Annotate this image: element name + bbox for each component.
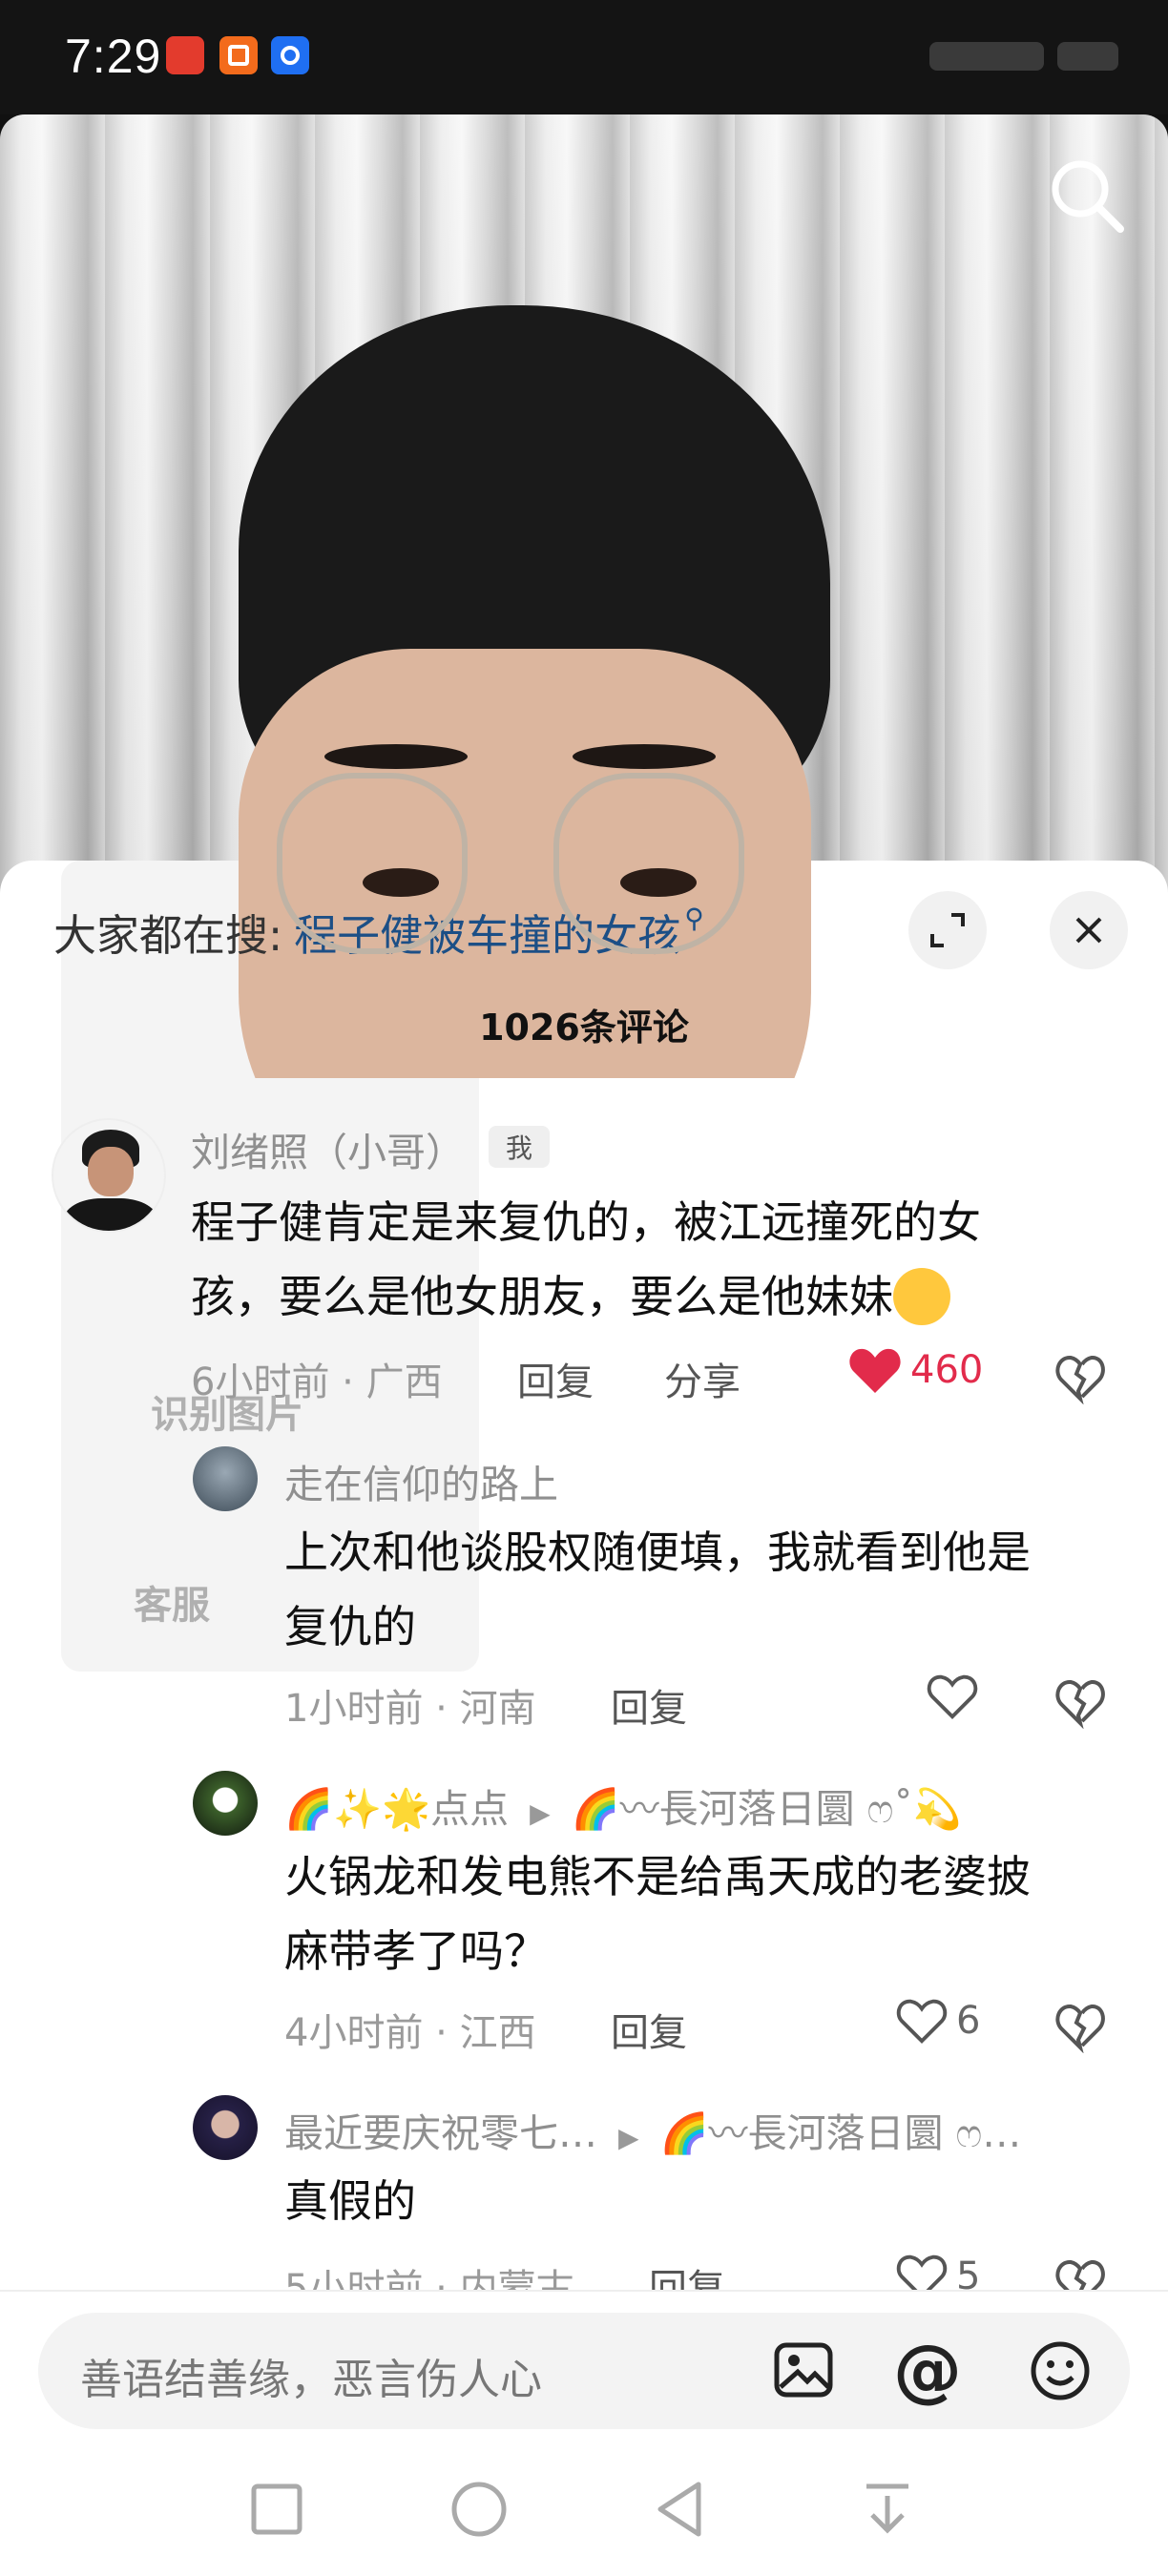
- video-person-eye: [363, 868, 439, 897]
- share-button[interactable]: 分享: [664, 1351, 740, 1406]
- image-icon[interactable]: [773, 2341, 834, 2399]
- comment-username-text: 最近要庆祝零七…: [284, 2110, 597, 2156]
- comment-time-location: 1小时前 · 河南: [284, 1687, 536, 1731]
- comment-text-span: 孩，要么是他女朋友，要么是他妹妹: [191, 1271, 893, 1322]
- comment-text-line: 复仇的: [284, 1601, 416, 1652]
- comment-username-text: 🌈✨🌟点点: [284, 1786, 510, 1832]
- grid-app-icon: [219, 36, 258, 74]
- broken-heart-icon[interactable]: [1053, 1675, 1107, 1729]
- close-icon: [1075, 917, 1102, 944]
- comment-text-line: 麻带孝了吗？: [284, 1925, 548, 1977]
- heart-outline-icon: [896, 1999, 948, 2044]
- emoji-icon[interactable]: [1029, 2339, 1092, 2402]
- avatar-body: [63, 1198, 158, 1231]
- like-button[interactable]: 6: [895, 1996, 980, 2046]
- trending-search-prefix: 大家都在搜:: [53, 909, 283, 961]
- like-button[interactable]: 460: [847, 1345, 983, 1395]
- broken-heart-icon[interactable]: [1053, 2000, 1107, 2053]
- status-bar: 7:29: [0, 0, 1168, 114]
- reply-to-username[interactable]: 🌈〰長河落日圜 ෆ…: [659, 2110, 1021, 2156]
- video-person-glasses: [553, 773, 744, 954]
- avatar[interactable]: [193, 2095, 258, 2160]
- reply-arrow-icon: ▶: [521, 1797, 559, 1829]
- comment-username[interactable]: 走在信仰的路上: [284, 1452, 558, 1509]
- expand-icon: [930, 913, 965, 947]
- system-nav-bar: [0, 2442, 1168, 2576]
- status-time: 7:29: [65, 30, 162, 83]
- huawei-app-icon: [166, 36, 204, 74]
- me-badge: 我: [489, 1126, 550, 1168]
- avatar-face: [88, 1147, 134, 1196]
- reply-arrow-icon: ▶: [610, 2122, 648, 2153]
- video-person-glasses: [277, 773, 468, 954]
- video-person-brow: [573, 744, 716, 769]
- comment-text-line: 程子健肯定是来复仇的，被江远撞死的女: [191, 1196, 981, 1248]
- comment-text[interactable]: 程子健肯定是来复仇的，被江远撞死的女 孩，要么是他女朋友，要么是他妹妹: [191, 1185, 981, 1334]
- comment-input-placeholder: 善语结善缘，恶言伤人心: [80, 2356, 542, 2404]
- comment-text-line: 孩，要么是他女朋友，要么是他妹妹: [191, 1259, 981, 1334]
- reply-to-username[interactable]: 🌈〰長河落日圜 ෆ˚💫: [572, 1786, 962, 1832]
- comment-text[interactable]: 火锅龙和发电熊不是给禹天成的老婆披 麻带孝了吗？: [284, 1839, 1031, 1988]
- status-indicators: [928, 38, 1118, 74]
- avatar[interactable]: [193, 1446, 258, 1511]
- comment-username[interactable]: 最近要庆祝零七… ▶ 🌈〰長河落日圜 ෆ…: [284, 2101, 1021, 2158]
- hide-keyboard-icon[interactable]: [849, 2471, 926, 2547]
- search-icon[interactable]: [1044, 153, 1130, 239]
- comment-time-location: 6小时前 · 广西: [191, 1361, 443, 1404]
- expand-button[interactable]: [908, 891, 987, 969]
- comment-text-line: 上次和他谈股权随便填，我就看到他是: [284, 1527, 1031, 1578]
- broken-heart-icon[interactable]: [1053, 1351, 1107, 1404]
- heart-filled-icon: [849, 1348, 901, 1393]
- reply-button[interactable]: 回复: [611, 2002, 687, 2057]
- comment-username[interactable]: 🌈✨🌟点点 ▶ 🌈〰長河落日圜 ෆ˚💫: [284, 1776, 962, 1834]
- video-person-brow: [324, 744, 468, 769]
- mention-icon[interactable]: @: [893, 2328, 962, 2412]
- comment-text-line: 真假的: [284, 2175, 416, 2227]
- reply-button[interactable]: 回复: [517, 1351, 594, 1406]
- customer-service-label: 客服: [134, 1584, 210, 1628]
- comment-count: 1026条评论: [479, 1007, 689, 1049]
- recent-apps-icon[interactable]: [239, 2471, 315, 2547]
- comment-text-line: 火锅龙和发电熊不是给禹天成的老婆披: [284, 1851, 1031, 1902]
- avatar[interactable]: [193, 1771, 258, 1836]
- comment-input[interactable]: 善语结善缘，恶言伤人心 @: [38, 2313, 1130, 2429]
- heart-outline-icon: [927, 1674, 978, 1719]
- comment-panel: 识别图片 客服 大家都在搜: 程子健被车撞的女孩 ⚲ 1026条评论 刘绪照（小…: [0, 861, 1168, 2576]
- reply-button[interactable]: 回复: [611, 1677, 687, 1733]
- signal-indicator: [929, 42, 1044, 71]
- blue-app-icon: [271, 36, 309, 74]
- battery-icon: [1057, 42, 1118, 71]
- comment-text[interactable]: 真假的: [284, 2164, 416, 2238]
- pouting-face-icon: [893, 1267, 950, 1325]
- video-person-eye: [620, 868, 697, 897]
- avatar[interactable]: [52, 1118, 166, 1233]
- like-count: 460: [910, 1348, 984, 1392]
- like-button[interactable]: [926, 1672, 979, 1721]
- comment-username[interactable]: 刘绪照（小哥）: [191, 1120, 465, 1177]
- comment-time-location: 4小时前 · 江西: [284, 2011, 536, 2055]
- comment-text[interactable]: 上次和他谈股权随便填，我就看到他是 复仇的: [284, 1515, 1031, 1664]
- like-count: 6: [956, 1999, 981, 2043]
- back-icon[interactable]: [643, 2471, 720, 2547]
- home-icon[interactable]: [441, 2471, 517, 2547]
- close-button[interactable]: [1050, 891, 1128, 969]
